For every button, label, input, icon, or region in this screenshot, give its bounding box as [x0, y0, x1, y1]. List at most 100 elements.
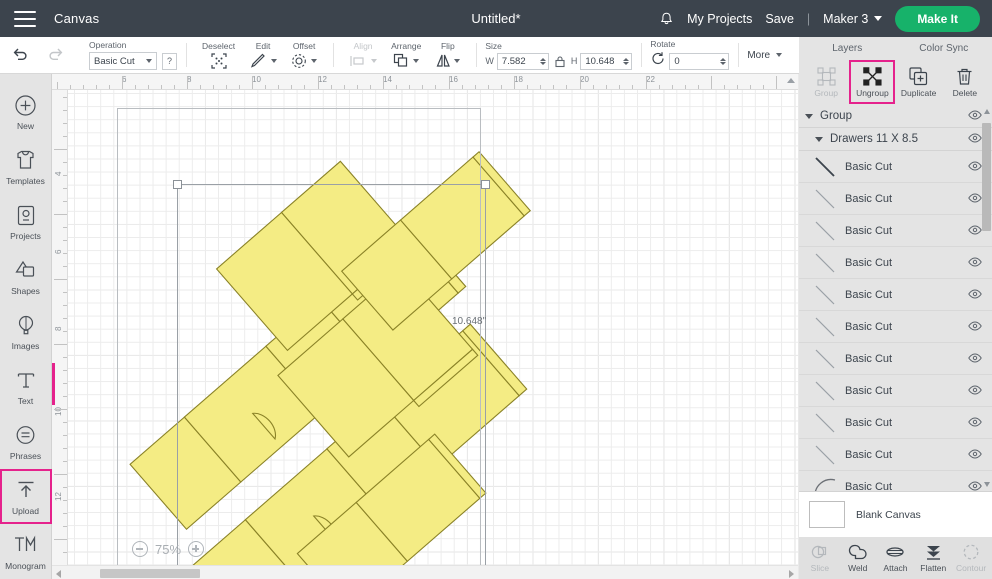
eye-icon[interactable]	[968, 222, 982, 240]
align-button[interactable]: Align	[342, 41, 384, 69]
eye-icon[interactable]	[968, 414, 982, 432]
chevron-down-icon[interactable]	[815, 136, 823, 142]
eye-icon[interactable]	[968, 107, 982, 125]
eye-icon[interactable]	[968, 130, 982, 148]
notification-bell-icon[interactable]	[659, 11, 674, 27]
sidebar-item-new[interactable]: New	[0, 84, 52, 139]
shapes-icon	[14, 258, 38, 283]
lock-icon[interactable]	[552, 55, 568, 68]
save-button[interactable]: Save	[765, 12, 794, 26]
rotate-label: Rotate	[650, 39, 676, 49]
undo-icon[interactable]	[12, 45, 29, 65]
layer-row[interactable]: Basic Cut	[799, 247, 992, 279]
horizontal-scrollbar[interactable]	[52, 565, 798, 579]
selection-bounding-box[interactable]	[173, 180, 490, 579]
height-input[interactable]: 10.648	[580, 52, 633, 70]
sidebar-item-images[interactable]: Images	[0, 304, 52, 359]
delete-button[interactable]: Delete	[943, 61, 987, 103]
pencil-icon	[249, 52, 278, 69]
more-button[interactable]: More	[747, 50, 783, 61]
resize-handle-top-left[interactable]	[173, 180, 182, 189]
layer-group-root[interactable]: Group	[799, 105, 992, 128]
layer-row[interactable]: Basic Cut	[799, 343, 992, 375]
edit-button[interactable]: Edit	[242, 41, 284, 69]
layer-scroll-region[interactable]: Group Drawers 11 X 8.5 Basic Cut Basic Cu…	[799, 105, 992, 491]
layer-row[interactable]: Basic Cut	[799, 279, 992, 311]
eye-icon[interactable]	[968, 254, 982, 272]
sidebar-item-phrases[interactable]: Phrases	[0, 414, 52, 469]
eye-icon[interactable]	[968, 158, 982, 176]
sidebar-item-upload[interactable]: Upload	[0, 469, 52, 524]
layer-row[interactable]: Basic Cut	[799, 311, 992, 343]
vertical-scrollbar[interactable]	[982, 107, 991, 489]
layer-row[interactable]: Basic Cut	[799, 215, 992, 247]
layer-row[interactable]: Basic Cut	[799, 439, 992, 471]
layer-row[interactable]: Basic Cut	[799, 151, 992, 183]
scroll-right-arrow-icon[interactable]	[789, 570, 794, 578]
scroll-down-arrow-icon[interactable]	[983, 482, 990, 487]
horizontal-scroll-thumb[interactable]	[100, 569, 200, 578]
my-projects-link[interactable]: My Projects	[687, 12, 752, 26]
eye-icon[interactable]	[968, 446, 982, 464]
offset-button[interactable]: Offset	[284, 41, 324, 69]
width-input[interactable]: 7.582	[496, 52, 549, 70]
eye-icon[interactable]	[968, 190, 982, 208]
zoom-in-icon[interactable]	[188, 541, 205, 557]
slice-button[interactable]: Slice	[801, 543, 838, 573]
layer-list[interactable]: Group Drawers 11 X 8.5 Basic Cut Basic Cu…	[799, 105, 992, 491]
layer-row[interactable]: Basic Cut	[799, 471, 992, 491]
flip-button[interactable]: Flip	[428, 41, 467, 69]
scroll-left-arrow-icon[interactable]	[56, 570, 61, 578]
rotate-stepper[interactable]	[720, 57, 727, 65]
sidebar-item-monogram[interactable]: Monogram	[0, 524, 52, 579]
layer-thumbnail	[815, 317, 835, 336]
height-stepper[interactable]	[623, 57, 630, 65]
layer-name: Basic Cut	[845, 480, 893, 492]
layer-row[interactable]: Basic Cut	[799, 183, 992, 215]
arrange-group: Align Arrange Flip	[333, 37, 476, 73]
chevron-down-icon[interactable]	[805, 113, 813, 119]
flatten-button[interactable]: Flatten	[915, 543, 952, 573]
zoom-out-icon[interactable]	[132, 541, 148, 557]
group-button[interactable]: Group	[804, 61, 848, 103]
layer-row[interactable]: Basic Cut	[799, 407, 992, 439]
attach-icon	[886, 547, 905, 557]
sidebar-item-text[interactable]: Text	[0, 359, 52, 414]
operation-help-button[interactable]: ?	[162, 52, 177, 70]
ungroup-button[interactable]: Ungroup	[849, 60, 896, 104]
redo-icon[interactable]	[47, 45, 64, 65]
machine-selector[interactable]: Maker 3	[823, 12, 883, 26]
eye-icon[interactable]	[968, 350, 982, 368]
tab-layers[interactable]: Layers	[799, 37, 896, 59]
hamburger-icon[interactable]	[14, 10, 36, 27]
deselect-label: Deselect	[202, 41, 236, 51]
rotate-input[interactable]: 0	[669, 52, 730, 70]
tab-color-sync[interactable]: Color Sync	[896, 37, 992, 59]
operation-select[interactable]: Basic Cut	[89, 52, 157, 70]
canvas-background-row[interactable]: Blank Canvas	[799, 491, 992, 537]
eye-icon[interactable]	[968, 286, 982, 304]
ruler-collapse-icon[interactable]	[787, 78, 795, 83]
deselect-button[interactable]: Deselect	[195, 41, 242, 69]
layer-group-drawers[interactable]: Drawers 11 X 8.5	[799, 128, 992, 151]
sidebar-item-templates[interactable]: Templates	[0, 139, 52, 194]
eye-icon[interactable]	[968, 478, 982, 492]
weld-button[interactable]: Weld	[839, 543, 876, 573]
design-canvas[interactable]: 6 8 10 12 14 16 18 20 22 4 6 8 10 12 14	[52, 74, 798, 579]
sidebar-item-shapes[interactable]: Shapes	[0, 249, 52, 304]
width-stepper[interactable]	[539, 57, 546, 65]
duplicate-button[interactable]: Duplicate	[897, 61, 941, 103]
make-it-button[interactable]: Make It	[895, 5, 980, 32]
canvas-color-swatch[interactable]	[809, 501, 845, 528]
scroll-up-arrow-icon[interactable]	[983, 109, 990, 114]
eye-icon[interactable]	[968, 382, 982, 400]
sidebar-item-projects[interactable]: Projects	[0, 194, 52, 249]
layer-row[interactable]: Basic Cut	[799, 375, 992, 407]
arrange-button[interactable]: Arrange	[384, 41, 428, 69]
vertical-scroll-thumb[interactable]	[982, 123, 991, 231]
attach-button[interactable]: Attach	[877, 543, 914, 573]
panel-tabs: Layers Color Sync	[799, 37, 992, 59]
resize-handle-top-right[interactable]	[481, 180, 490, 189]
eye-icon[interactable]	[968, 318, 982, 336]
contour-button[interactable]: Contour	[953, 543, 990, 573]
